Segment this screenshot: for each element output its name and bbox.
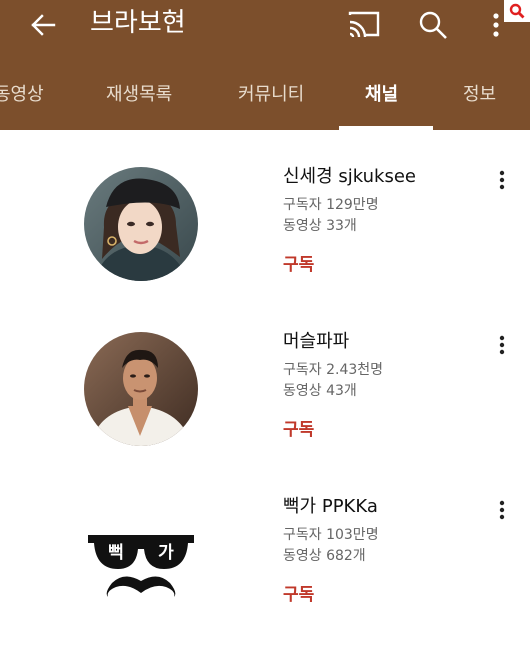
subscribe-button[interactable]: 구독 bbox=[283, 418, 314, 442]
subscribe-button[interactable]: 구독 bbox=[283, 583, 314, 607]
search-icon bbox=[419, 11, 447, 39]
tab-about[interactable]: 정보 bbox=[463, 82, 496, 108]
subscriber-count: 구독자 129만명 bbox=[283, 197, 379, 213]
subscriber-count: 구독자 103만명 bbox=[283, 527, 379, 543]
list-item[interactable]: 뻑 가 뻑가 PPKKa 구독자 103만명 동영상 682개 구독 bbox=[0, 485, 530, 645]
sunglasses-mustache-logo-icon: 뻑 가 bbox=[88, 535, 194, 597]
avatar[interactable]: 뻑 가 bbox=[84, 497, 198, 611]
more-vert-icon bbox=[499, 500, 505, 520]
active-tab-indicator bbox=[339, 126, 433, 130]
cast-button[interactable] bbox=[346, 8, 382, 40]
more-vert-icon bbox=[493, 13, 499, 37]
logo-text-right: 가 bbox=[158, 543, 174, 563]
channel-name[interactable]: 신세경 sjkuksee bbox=[283, 165, 416, 189]
search-icon bbox=[509, 3, 525, 19]
more-options-button[interactable] bbox=[492, 332, 512, 358]
top-bar: 브라보현 bbox=[0, 0, 530, 52]
man-in-white-shirt-avatar-icon bbox=[84, 332, 198, 446]
back-arrow-icon bbox=[31, 14, 56, 36]
back-button[interactable] bbox=[26, 8, 60, 42]
channel-name[interactable]: 뻑가 PPKKa bbox=[283, 495, 378, 519]
tab-videos[interactable]: 동영상 bbox=[0, 82, 44, 108]
more-vert-icon bbox=[499, 335, 505, 355]
more-options-button[interactable] bbox=[492, 497, 512, 523]
channel-name[interactable]: 머슬파파 bbox=[283, 330, 349, 354]
subscriber-count: 구독자 2.43천명 bbox=[283, 362, 384, 378]
more-vert-icon bbox=[499, 170, 505, 190]
avatar[interactable] bbox=[84, 167, 198, 281]
page-title: 브라보현 bbox=[90, 8, 186, 38]
video-count: 동영상 682개 bbox=[283, 548, 366, 564]
tab-playlists[interactable]: 재생목록 bbox=[106, 82, 172, 108]
video-count: 동영상 33개 bbox=[283, 218, 357, 234]
tab-channels[interactable]: 채널 bbox=[365, 82, 398, 108]
app-bar: 브라보현 동영상 재생목록 커뮤니티 채널 정보 bbox=[0, 0, 530, 130]
search-button[interactable] bbox=[416, 8, 450, 42]
woman-in-beret-avatar-icon bbox=[84, 167, 198, 281]
channel-tabs: 동영상 재생목록 커뮤니티 채널 정보 bbox=[0, 68, 530, 130]
overlay-search-badge[interactable] bbox=[504, 0, 530, 22]
more-options-button[interactable] bbox=[492, 167, 512, 193]
avatar[interactable] bbox=[84, 332, 198, 446]
list-item[interactable]: 신세경 sjkuksee 구독자 129만명 동영상 33개 구독 bbox=[0, 155, 530, 315]
overflow-menu-button[interactable] bbox=[486, 8, 506, 42]
tab-community[interactable]: 커뮤니티 bbox=[238, 82, 304, 108]
video-count: 동영상 43개 bbox=[283, 383, 357, 399]
subscribe-button[interactable]: 구독 bbox=[283, 253, 314, 277]
logo-text-left: 뻑 bbox=[108, 543, 124, 563]
list-item[interactable]: 머슬파파 구독자 2.43천명 동영상 43개 구독 bbox=[0, 320, 530, 480]
cast-icon bbox=[348, 11, 380, 38]
